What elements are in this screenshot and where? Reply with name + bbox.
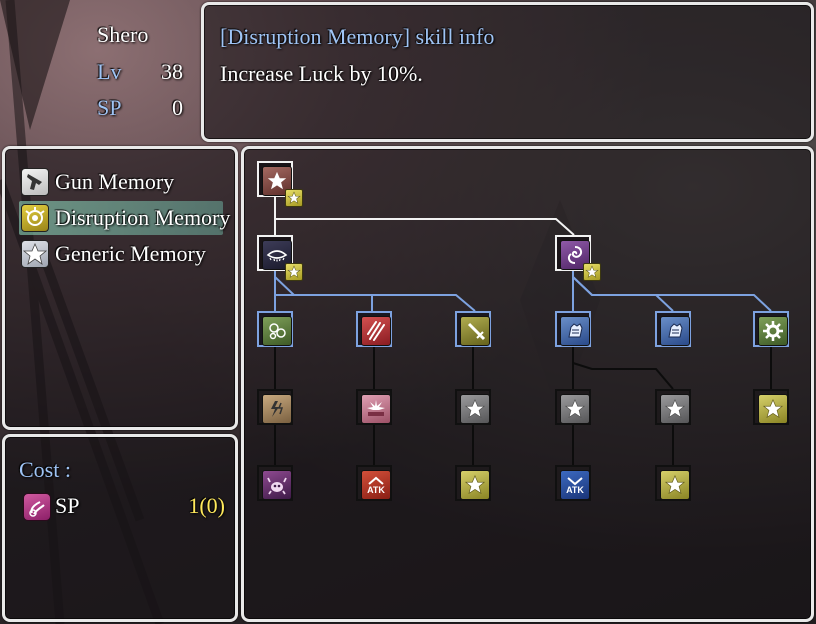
skill-node-eye[interactable] xyxy=(257,235,303,281)
skill-node-atk-down[interactable]: ATK xyxy=(555,465,591,501)
category-label: Disruption Memory xyxy=(55,205,231,230)
star-icon xyxy=(21,240,49,268)
star-icon xyxy=(660,470,690,500)
skill-node-sword[interactable] xyxy=(455,311,491,347)
category-label: Gun Memory xyxy=(55,169,175,194)
sword-icon xyxy=(460,316,490,346)
gear-icon xyxy=(758,316,788,346)
cost-item-label: SP xyxy=(55,493,80,518)
star-badge-icon xyxy=(583,263,601,281)
star-icon xyxy=(460,470,490,500)
gauntlet-icon xyxy=(560,316,590,346)
star-icon xyxy=(758,394,788,424)
skill-info-window: [Disruption Memory] skill info Increase … xyxy=(201,2,814,142)
atk-down-label: ATK xyxy=(566,484,584,495)
star-icon xyxy=(560,394,590,424)
star-icon xyxy=(460,394,490,424)
category-label: Generic Memory xyxy=(55,241,206,266)
skill-node-gray-star-3[interactable] xyxy=(655,389,691,425)
skill-node-gray-star-1[interactable] xyxy=(455,389,491,425)
skill-node-gauntlet-1[interactable] xyxy=(555,311,591,347)
level-value: 38 xyxy=(161,59,183,84)
disruption-icon xyxy=(21,204,49,232)
gun-icon xyxy=(21,168,49,196)
skill-node-atk-up[interactable]: ATK xyxy=(356,465,392,501)
skill-node-gauntlet-2[interactable] xyxy=(655,311,691,347)
cost-window: Cost : SP 1(0) xyxy=(2,434,238,622)
claw-icon xyxy=(361,316,391,346)
cost-item-value: 1(0) xyxy=(188,493,225,518)
sp-card-icon xyxy=(23,493,51,521)
star-icon xyxy=(660,394,690,424)
crab-icon xyxy=(262,470,292,500)
skill-node-gear[interactable] xyxy=(753,311,789,347)
skill-tree-window: ATK ATK xyxy=(241,146,814,622)
burst-icon xyxy=(361,394,391,424)
skill-info-description: Increase Luck by 10%. xyxy=(220,61,423,86)
skill-node-bubbles[interactable] xyxy=(257,311,293,347)
lightning-icon xyxy=(262,394,292,424)
skill-info-title: [Disruption Memory] skill info xyxy=(220,24,495,49)
atk-up-label: ATK xyxy=(367,484,385,495)
memory-category-list: Gun Memory Disruption Memory Generic Mem… xyxy=(2,146,238,430)
bubbles-icon xyxy=(262,316,292,346)
skill-node-gray-star-2[interactable] xyxy=(555,389,591,425)
skill-node-vortex[interactable] xyxy=(555,235,601,281)
skill-node-root[interactable] xyxy=(257,161,303,207)
skill-node-yellow-star-2[interactable] xyxy=(455,465,491,501)
category-gun-memory[interactable]: Gun Memory xyxy=(19,165,223,199)
skill-node-burst[interactable] xyxy=(356,389,392,425)
star-badge-icon xyxy=(285,189,303,207)
cost-label: Cost : xyxy=(19,457,71,482)
level-label: Lv xyxy=(97,59,122,84)
sp-value: 0 xyxy=(172,95,183,120)
atk-up-icon: ATK xyxy=(361,470,391,500)
category-generic-memory[interactable]: Generic Memory xyxy=(19,237,223,271)
skill-node-yellow-star-1[interactable] xyxy=(753,389,789,425)
star-badge-icon xyxy=(285,263,303,281)
character-name: Shero xyxy=(97,22,149,47)
sp-label: SP xyxy=(97,95,122,120)
skill-node-yellow-star-3[interactable] xyxy=(655,465,691,501)
gauntlet-icon xyxy=(660,316,690,346)
skill-tree-connectors xyxy=(274,197,772,465)
category-disruption-memory[interactable]: Disruption Memory xyxy=(19,201,230,235)
skill-node-claw[interactable] xyxy=(356,311,392,347)
skill-node-crab[interactable] xyxy=(257,465,293,501)
skill-node-lightning[interactable] xyxy=(257,389,293,425)
atk-down-icon: ATK xyxy=(560,470,590,500)
